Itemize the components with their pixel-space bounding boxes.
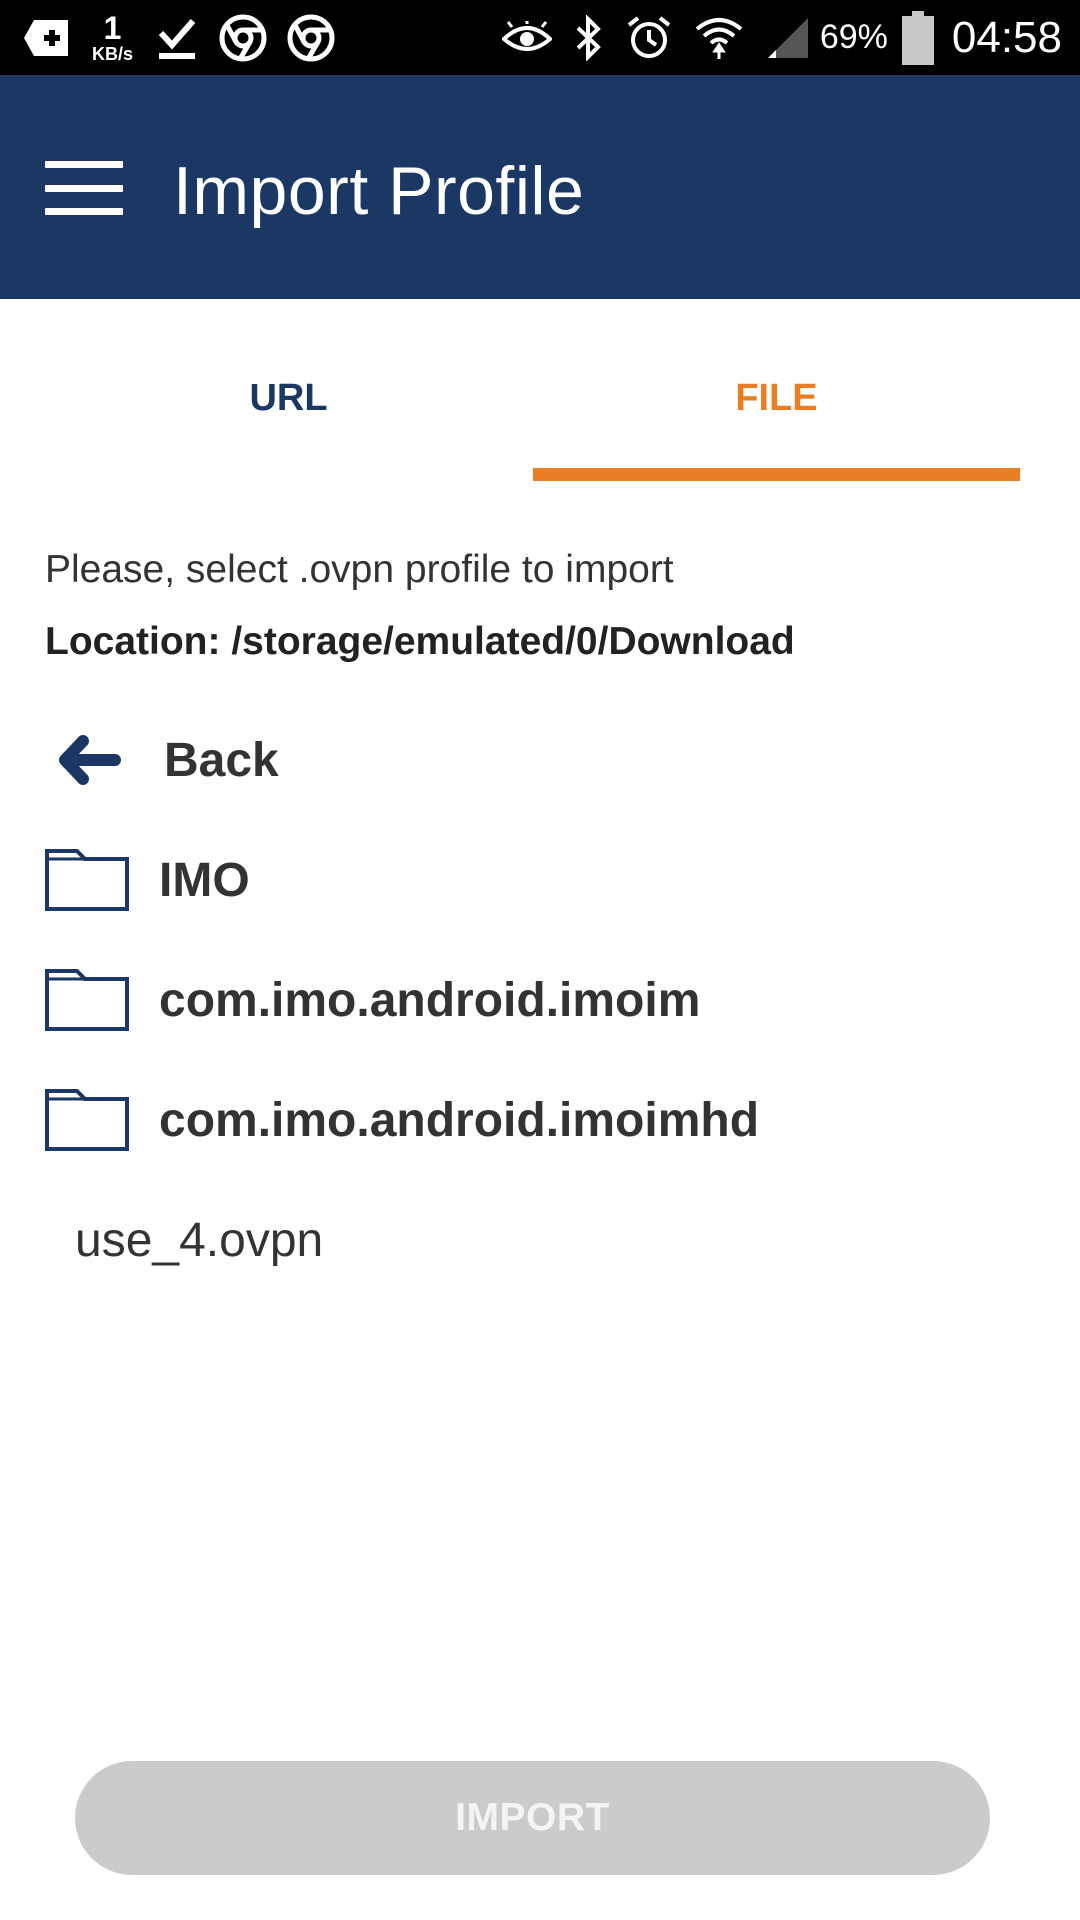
alarm-icon (626, 15, 672, 61)
instruction-text: Please, select .ovpn profile to import (45, 548, 674, 591)
tab-file[interactable]: FILE (533, 299, 1020, 481)
chrome-icon (287, 14, 335, 62)
cell-signal-icon (766, 16, 810, 60)
back-row[interactable]: Back (45, 717, 1035, 803)
eye-icon (501, 20, 552, 55)
folder-name: IMO (159, 853, 250, 907)
status-bar-right: 69% 04:58 (480, 0, 1062, 75)
app-bar: Import Profile (0, 75, 1080, 299)
network-speed-unit: KB/s (92, 44, 134, 64)
tab-url-label: URL (249, 377, 328, 419)
folder-name: com.imo.android.imoim (159, 973, 701, 1027)
wifi-icon (694, 15, 744, 61)
network-speed: 1 KB/s (92, 12, 133, 63)
menu-bar (45, 161, 123, 168)
location-path: Location: /storage/emulated/0/Download (45, 620, 795, 663)
tab-selected-indicator (533, 468, 1020, 481)
folder-row[interactable]: com.imo.android.imoim (45, 957, 1035, 1043)
menu-bar (45, 208, 123, 215)
status-bar: 1 KB/s 69% 04:58 (0, 0, 1080, 75)
status-bar-left: 1 KB/s (22, 0, 355, 75)
tab-bar: URL FILE (45, 299, 1020, 481)
folder-icon (45, 1089, 129, 1151)
folder-icon (45, 849, 129, 911)
folder-row[interactable]: com.imo.android.imoimhd (45, 1077, 1035, 1163)
add-notification-icon (22, 16, 72, 60)
bluetooth-icon (574, 14, 604, 61)
import-button[interactable]: IMPORT (75, 1761, 990, 1875)
battery-percent: 69% (819, 18, 888, 56)
back-label: Back (164, 733, 279, 787)
clock: 04:58 (951, 12, 1062, 62)
menu-bar (45, 184, 123, 192)
folder-icon (45, 969, 129, 1031)
hamburger-menu-icon[interactable] (45, 161, 123, 215)
network-speed-value: 1 (103, 10, 122, 46)
file-item[interactable]: use_4.ovpn (75, 1206, 323, 1276)
arrow-back-icon (57, 730, 132, 790)
page-title: Import Profile (173, 153, 585, 229)
chrome-icon (219, 14, 267, 62)
tab-file-label: FILE (735, 377, 818, 419)
folder-row[interactable]: IMO (45, 837, 1035, 923)
tab-url[interactable]: URL (45, 299, 532, 481)
download-done-icon (155, 15, 199, 61)
folder-name: com.imo.android.imoimhd (159, 1093, 760, 1147)
battery-icon (901, 10, 934, 65)
